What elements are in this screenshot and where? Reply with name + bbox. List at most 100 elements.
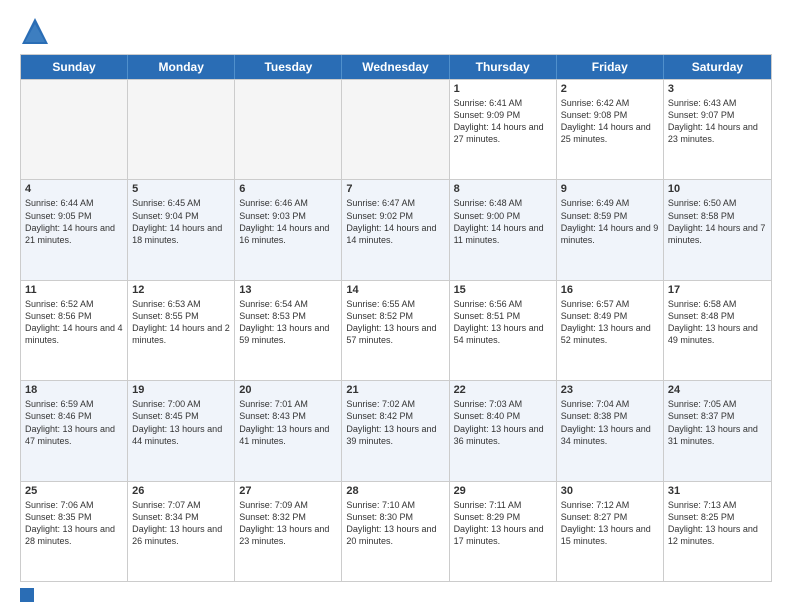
calendar-cell-day-7: 7 Sunrise: 6:47 AM Sunset: 9:02 PM Daylig… bbox=[342, 180, 449, 279]
calendar-header-sunday: Sunday bbox=[21, 55, 128, 79]
day-number: 12 bbox=[132, 284, 230, 296]
day-sun-info: Sunrise: 6:53 AM Sunset: 8:55 PM Dayligh… bbox=[132, 298, 230, 347]
calendar-cell-day-13: 13 Sunrise: 6:54 AM Sunset: 8:53 PM Dayli… bbox=[235, 281, 342, 380]
day-number: 24 bbox=[668, 384, 767, 396]
day-number: 15 bbox=[454, 284, 552, 296]
calendar-cell-day-28: 28 Sunrise: 7:10 AM Sunset: 8:30 PM Dayli… bbox=[342, 482, 449, 581]
day-number: 17 bbox=[668, 284, 767, 296]
day-number: 18 bbox=[25, 384, 123, 396]
calendar-cell-day-6: 6 Sunrise: 6:46 AM Sunset: 9:03 PM Daylig… bbox=[235, 180, 342, 279]
calendar-cell-day-2: 2 Sunrise: 6:42 AM Sunset: 9:08 PM Daylig… bbox=[557, 80, 664, 179]
day-number: 27 bbox=[239, 485, 337, 497]
day-sun-info: Sunrise: 7:09 AM Sunset: 8:32 PM Dayligh… bbox=[239, 499, 337, 548]
day-sun-info: Sunrise: 7:05 AM Sunset: 8:37 PM Dayligh… bbox=[668, 398, 767, 447]
day-sun-info: Sunrise: 6:49 AM Sunset: 8:59 PM Dayligh… bbox=[561, 197, 659, 246]
calendar-cell-day-10: 10 Sunrise: 6:50 AM Sunset: 8:58 PM Dayli… bbox=[664, 180, 771, 279]
day-number: 10 bbox=[668, 183, 767, 195]
calendar-cell-day-15: 15 Sunrise: 6:56 AM Sunset: 8:51 PM Dayli… bbox=[450, 281, 557, 380]
calendar-cell-day-21: 21Sunrise: 7:02 AM Sunset: 8:42 PM Dayli… bbox=[342, 381, 449, 480]
day-sun-info: Sunrise: 7:11 AM Sunset: 8:29 PM Dayligh… bbox=[454, 499, 552, 548]
calendar-cell-day-5: 5 Sunrise: 6:45 AM Sunset: 9:04 PM Daylig… bbox=[128, 180, 235, 279]
calendar-week-3: 11Sunrise: 6:52 AM Sunset: 8:56 PM Dayli… bbox=[21, 280, 771, 380]
calendar-cell-day-26: 26 Sunrise: 7:07 AM Sunset: 8:34 PM Dayli… bbox=[128, 482, 235, 581]
day-sun-info: Sunrise: 6:42 AM Sunset: 9:08 PM Dayligh… bbox=[561, 97, 659, 146]
calendar-cell-day-1: 1 Sunrise: 6:41 AM Sunset: 9:09 PM Daylig… bbox=[450, 80, 557, 179]
calendar-header-saturday: Saturday bbox=[664, 55, 771, 79]
day-number: 25 bbox=[25, 485, 123, 497]
day-sun-info: Sunrise: 7:01 AM Sunset: 8:43 PM Dayligh… bbox=[239, 398, 337, 447]
calendar: SundayMondayTuesdayWednesdayThursdayFrid… bbox=[20, 54, 772, 582]
calendar-cell-empty bbox=[235, 80, 342, 179]
calendar-week-2: 4 Sunrise: 6:44 AM Sunset: 9:05 PM Daylig… bbox=[21, 179, 771, 279]
calendar-cell-day-16: 16 Sunrise: 6:57 AM Sunset: 8:49 PM Dayli… bbox=[557, 281, 664, 380]
legend bbox=[20, 588, 772, 602]
calendar-cell-day-22: 22Sunrise: 7:03 AM Sunset: 8:40 PM Dayli… bbox=[450, 381, 557, 480]
day-sun-info: Sunrise: 7:04 AM Sunset: 8:38 PM Dayligh… bbox=[561, 398, 659, 447]
calendar-cell-day-27: 27 Sunrise: 7:09 AM Sunset: 8:32 PM Dayli… bbox=[235, 482, 342, 581]
day-number: 2 bbox=[561, 83, 659, 95]
calendar-cell-day-3: 3 Sunrise: 6:43 AM Sunset: 9:07 PM Daylig… bbox=[664, 80, 771, 179]
day-number: 8 bbox=[454, 183, 552, 195]
calendar-header-thursday: Thursday bbox=[450, 55, 557, 79]
calendar-cell-day-31: 31 Sunrise: 7:13 AM Sunset: 8:25 PM Dayli… bbox=[664, 482, 771, 581]
calendar-cell-day-11: 11Sunrise: 6:52 AM Sunset: 8:56 PM Dayli… bbox=[21, 281, 128, 380]
calendar-cell-day-29: 29Sunrise: 7:11 AM Sunset: 8:29 PM Dayli… bbox=[450, 482, 557, 581]
day-number: 6 bbox=[239, 183, 337, 195]
day-sun-info: Sunrise: 7:03 AM Sunset: 8:40 PM Dayligh… bbox=[454, 398, 552, 447]
day-sun-info: Sunrise: 6:50 AM Sunset: 8:58 PM Dayligh… bbox=[668, 197, 767, 246]
day-number: 1 bbox=[454, 83, 552, 95]
day-sun-info: Sunrise: 6:57 AM Sunset: 8:49 PM Dayligh… bbox=[561, 298, 659, 347]
calendar-header-friday: Friday bbox=[557, 55, 664, 79]
day-number: 14 bbox=[346, 284, 444, 296]
calendar-cell-day-25: 25Sunrise: 7:06 AM Sunset: 8:35 PM Dayli… bbox=[21, 482, 128, 581]
day-sun-info: Sunrise: 6:48 AM Sunset: 9:00 PM Dayligh… bbox=[454, 197, 552, 246]
logo bbox=[20, 16, 54, 46]
day-number: 31 bbox=[668, 485, 767, 497]
day-sun-info: Sunrise: 6:46 AM Sunset: 9:03 PM Dayligh… bbox=[239, 197, 337, 246]
day-sun-info: Sunrise: 6:47 AM Sunset: 9:02 PM Dayligh… bbox=[346, 197, 444, 246]
day-number: 21 bbox=[346, 384, 444, 396]
calendar-cell-day-8: 8 Sunrise: 6:48 AM Sunset: 9:00 PM Daylig… bbox=[450, 180, 557, 279]
calendar-cell-day-20: 20 Sunrise: 7:01 AM Sunset: 8:43 PM Dayli… bbox=[235, 381, 342, 480]
day-sun-info: Sunrise: 7:00 AM Sunset: 8:45 PM Dayligh… bbox=[132, 398, 230, 447]
day-number: 20 bbox=[239, 384, 337, 396]
day-number: 16 bbox=[561, 284, 659, 296]
day-number: 5 bbox=[132, 183, 230, 195]
day-sun-info: Sunrise: 6:59 AM Sunset: 8:46 PM Dayligh… bbox=[25, 398, 123, 447]
calendar-cell-day-9: 9Sunrise: 6:49 AM Sunset: 8:59 PM Daylig… bbox=[557, 180, 664, 279]
calendar-week-4: 18 Sunrise: 6:59 AM Sunset: 8:46 PM Dayli… bbox=[21, 380, 771, 480]
day-number: 26 bbox=[132, 485, 230, 497]
day-sun-info: Sunrise: 6:45 AM Sunset: 9:04 PM Dayligh… bbox=[132, 197, 230, 246]
day-sun-info: Sunrise: 7:10 AM Sunset: 8:30 PM Dayligh… bbox=[346, 499, 444, 548]
day-sun-info: Sunrise: 7:12 AM Sunset: 8:27 PM Dayligh… bbox=[561, 499, 659, 548]
page: SundayMondayTuesdayWednesdayThursdayFrid… bbox=[0, 0, 792, 612]
day-number: 3 bbox=[668, 83, 767, 95]
day-number: 7 bbox=[346, 183, 444, 195]
day-number: 23 bbox=[561, 384, 659, 396]
calendar-header-tuesday: Tuesday bbox=[235, 55, 342, 79]
calendar-header-wednesday: Wednesday bbox=[342, 55, 449, 79]
day-sun-info: Sunrise: 7:07 AM Sunset: 8:34 PM Dayligh… bbox=[132, 499, 230, 548]
calendar-cell-day-18: 18 Sunrise: 6:59 AM Sunset: 8:46 PM Dayli… bbox=[21, 381, 128, 480]
calendar-body: 1 Sunrise: 6:41 AM Sunset: 9:09 PM Daylig… bbox=[21, 79, 771, 581]
calendar-cell-day-30: 30Sunrise: 7:12 AM Sunset: 8:27 PM Dayli… bbox=[557, 482, 664, 581]
day-number: 13 bbox=[239, 284, 337, 296]
day-sun-info: Sunrise: 6:58 AM Sunset: 8:48 PM Dayligh… bbox=[668, 298, 767, 347]
day-sun-info: Sunrise: 6:55 AM Sunset: 8:52 PM Dayligh… bbox=[346, 298, 444, 347]
day-sun-info: Sunrise: 6:44 AM Sunset: 9:05 PM Dayligh… bbox=[25, 197, 123, 246]
calendar-week-5: 25Sunrise: 7:06 AM Sunset: 8:35 PM Dayli… bbox=[21, 481, 771, 581]
day-sun-info: Sunrise: 6:41 AM Sunset: 9:09 PM Dayligh… bbox=[454, 97, 552, 146]
day-sun-info: Sunrise: 6:56 AM Sunset: 8:51 PM Dayligh… bbox=[454, 298, 552, 347]
calendar-cell-day-17: 17 Sunrise: 6:58 AM Sunset: 8:48 PM Dayli… bbox=[664, 281, 771, 380]
calendar-cell-empty bbox=[342, 80, 449, 179]
calendar-header-row: SundayMondayTuesdayWednesdayThursdayFrid… bbox=[21, 55, 771, 79]
day-number: 19 bbox=[132, 384, 230, 396]
legend-color-box bbox=[20, 588, 34, 602]
day-sun-info: Sunrise: 6:54 AM Sunset: 8:53 PM Dayligh… bbox=[239, 298, 337, 347]
day-sun-info: Sunrise: 7:13 AM Sunset: 8:25 PM Dayligh… bbox=[668, 499, 767, 548]
generalblue-logo-icon bbox=[20, 16, 50, 46]
day-number: 4 bbox=[25, 183, 123, 195]
day-sun-info: Sunrise: 6:52 AM Sunset: 8:56 PM Dayligh… bbox=[25, 298, 123, 347]
day-sun-info: Sunrise: 6:43 AM Sunset: 9:07 PM Dayligh… bbox=[668, 97, 767, 146]
day-number: 28 bbox=[346, 485, 444, 497]
